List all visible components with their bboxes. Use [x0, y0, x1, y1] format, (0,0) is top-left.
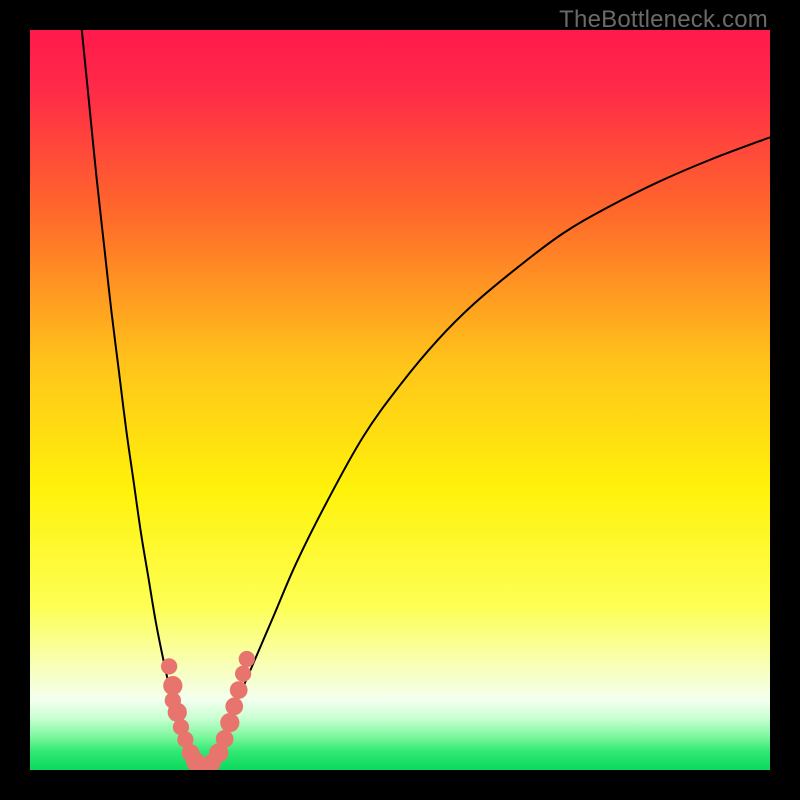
scatter-point [230, 681, 248, 699]
scatter-point [220, 713, 239, 732]
scatter-point [216, 730, 234, 748]
scatter-point [225, 697, 243, 715]
chart-frame: TheBottleneck.com [0, 0, 800, 800]
plot-area [30, 30, 770, 770]
watermark-text: TheBottleneck.com [559, 6, 768, 34]
scatter-point [161, 658, 177, 674]
scatter-point [239, 651, 255, 667]
scatter-group [161, 651, 255, 770]
curve-left-branch [82, 30, 200, 769]
chart-svg [30, 30, 770, 770]
scatter-point [168, 703, 187, 722]
curve-right-branch [200, 137, 770, 768]
curve-group [82, 30, 770, 769]
scatter-point [235, 666, 251, 682]
